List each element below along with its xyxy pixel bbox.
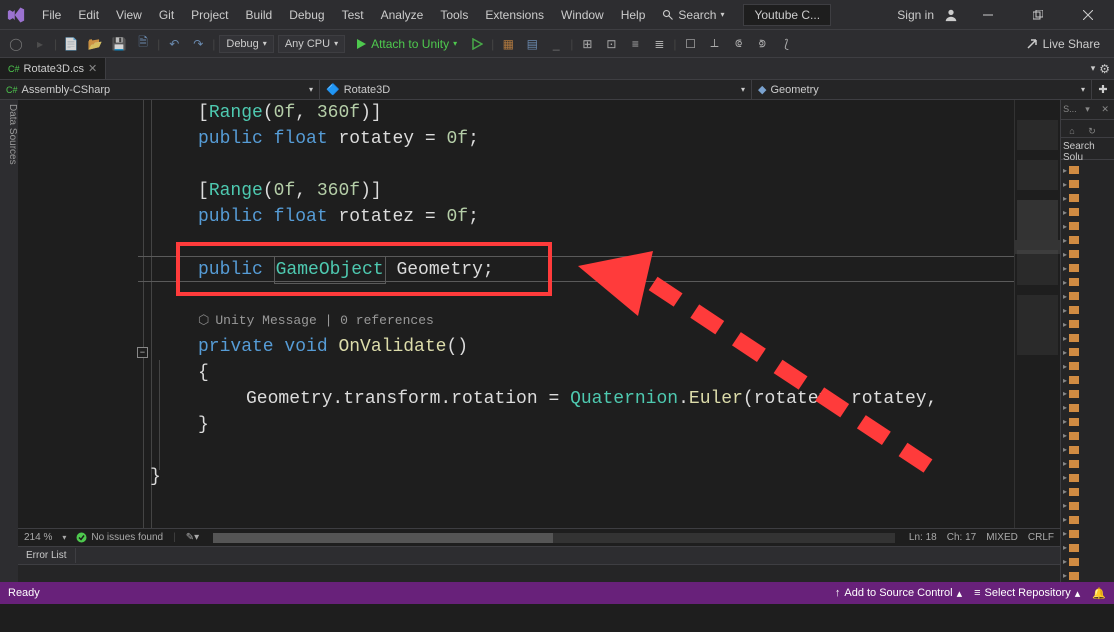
play-nodebug-icon[interactable]: [468, 35, 486, 53]
cursor-line: Ln: 18: [909, 532, 937, 543]
tb-icon-12[interactable]: ⟅: [778, 35, 796, 53]
document-tabs: C# Rotate3D.cs ✕ ▾ ⚙: [0, 58, 1114, 80]
h-scrollbar[interactable]: [213, 533, 895, 543]
csharp-icon: C#: [6, 85, 18, 95]
editor-gutter: −: [18, 100, 148, 528]
tab-settings-icon[interactable]: ⚙: [1099, 62, 1110, 76]
side-tab-data-sources[interactable]: Data Sources: [0, 100, 18, 582]
tb-icon-9[interactable]: ⟂: [706, 35, 724, 53]
menu-analyze[interactable]: Analyze: [373, 4, 432, 26]
tb-icon-3[interactable]: _: [547, 35, 565, 53]
menu-build[interactable]: Build: [238, 4, 281, 26]
cs-file-icon: C#: [8, 64, 20, 74]
tab-label: Rotate3D.cs: [24, 63, 85, 75]
save-all-icon[interactable]: 🗎: [134, 35, 152, 53]
search-label: Search: [678, 8, 716, 22]
code-content[interactable]: [Range(0f, 360f)] public float rotatey =…: [148, 100, 1060, 528]
se-close-icon[interactable]: ▾: [1079, 100, 1097, 118]
issues-indicator[interactable]: No issues found: [76, 532, 163, 543]
undo-icon[interactable]: ↶: [165, 35, 183, 53]
save-icon[interactable]: 💾: [110, 35, 128, 53]
menu-file[interactable]: File: [34, 4, 69, 26]
sign-in-link[interactable]: Sign in: [897, 8, 934, 22]
se-pin-icon[interactable]: ✕: [1096, 100, 1114, 118]
menu-git[interactable]: Git: [151, 4, 182, 26]
tab-overflow-dd[interactable]: ▾: [1091, 63, 1096, 74]
redo-icon[interactable]: ↷: [189, 35, 207, 53]
source-control-button[interactable]: ↑ Add to Source Control ▴: [835, 587, 962, 600]
new-item-icon[interactable]: 📄: [62, 35, 80, 53]
restore-button[interactable]: [1018, 1, 1058, 29]
class-icon: 🔷: [326, 83, 340, 96]
eol-toggle[interactable]: CRLF: [1028, 532, 1054, 543]
menu-test[interactable]: Test: [334, 4, 372, 26]
status-bar: Ready ↑ Add to Source Control ▴ ≡ Select…: [0, 582, 1114, 604]
menu-project[interactable]: Project: [183, 4, 236, 26]
nav-assembly[interactable]: C# Assembly-CSharp ▾: [0, 80, 320, 99]
menu-edit[interactable]: Edit: [70, 4, 107, 26]
error-list-tab[interactable]: Error List: [18, 548, 76, 563]
solution-explorer: S... ▾ ✕ ⌂ ↻ Search Solu ▸ ▸ ▸ ▸ ▸ ▸ ▸ ▸…: [1060, 100, 1114, 582]
cursor-col: Ch: 17: [947, 532, 976, 543]
menu-window[interactable]: Window: [553, 4, 612, 26]
solution-button[interactable]: Youtube C...: [743, 4, 831, 26]
tb-icon-5[interactable]: ⊡: [602, 35, 620, 53]
ok-check-icon: [76, 532, 87, 543]
notifications-icon[interactable]: 🔔: [1092, 587, 1106, 600]
tb-icon-4[interactable]: ⊞: [578, 35, 596, 53]
live-share-button[interactable]: Live Share: [1017, 34, 1108, 54]
tb-icon-7[interactable]: ≣: [650, 35, 668, 53]
repo-button[interactable]: ≡ Select Repository ▴: [974, 587, 1080, 600]
fold-button[interactable]: −: [137, 347, 148, 358]
editor-status-strip: 214 %▾ No issues found | ✎▾ Ln: 18 Ch: 1…: [18, 528, 1060, 546]
menu-tools[interactable]: Tools: [432, 4, 476, 26]
tb-icon-10[interactable]: ⟃: [730, 35, 748, 53]
play-icon: [355, 38, 367, 50]
encoding-toggle[interactable]: MIXED: [986, 532, 1018, 543]
search-icon: [662, 9, 674, 21]
minimize-button[interactable]: [968, 1, 1008, 29]
platform-dropdown[interactable]: Any CPU▾: [278, 35, 345, 53]
nav-split-button[interactable]: ✚: [1092, 80, 1114, 99]
menu-help[interactable]: Help: [613, 4, 654, 26]
tb-icon-11[interactable]: ⟄: [754, 35, 772, 53]
tab-rotate3d[interactable]: C# Rotate3D.cs ✕: [0, 58, 106, 79]
tb-icon-1[interactable]: ▦: [499, 35, 517, 53]
nav-bar: C# Assembly-CSharp ▾ 🔷 Rotate3D ▾ ◆ Geom…: [0, 80, 1114, 100]
vs-logo-icon: [6, 5, 26, 25]
code-editor[interactable]: − [Range(0f, 360f)] public float rotatey…: [18, 100, 1060, 528]
main-menu: File Edit View Git Project Build Debug T…: [34, 4, 897, 26]
menu-debug[interactable]: Debug: [281, 4, 332, 26]
nav-back-icon[interactable]: ◯: [7, 35, 25, 53]
se-tree[interactable]: ▸ ▸ ▸ ▸ ▸ ▸ ▸ ▸ ▸ ▸ ▸ ▸ ▸ ▸ ▸ ▸ ▸ ▸ ▸ ▸ …: [1061, 160, 1114, 582]
unity-icon: ⬡: [198, 308, 209, 334]
tab-close-icon[interactable]: ✕: [88, 62, 97, 75]
menu-extensions[interactable]: Extensions: [477, 4, 552, 26]
tb-icon-6[interactable]: ≡: [626, 35, 644, 53]
status-ready: Ready: [8, 587, 40, 599]
se-search-box[interactable]: Search Solu: [1061, 138, 1114, 160]
main-toolbar: ◯ ▸ | 📄 📂 💾 🗎 | ↶ ↷ | Debug▾ Any CPU▾ At…: [0, 30, 1114, 58]
zoom-level[interactable]: 214 %: [24, 532, 52, 543]
close-button[interactable]: [1068, 1, 1108, 29]
nav-fwd-icon[interactable]: ▸: [31, 35, 49, 53]
nav-member[interactable]: ◆ Geometry ▾: [752, 80, 1092, 99]
tb-icon-8[interactable]: ☐: [682, 35, 700, 53]
error-list-panel[interactable]: [18, 564, 1060, 582]
live-share-icon: [1025, 37, 1039, 51]
quick-search[interactable]: Search ▾: [654, 4, 732, 26]
error-list-tab-strip: Error List: [18, 546, 1060, 564]
tb-icon-2[interactable]: ▤: [523, 35, 541, 53]
minimap[interactable]: [1014, 100, 1060, 528]
start-debug-button[interactable]: Attach to Unity▾: [349, 35, 463, 53]
open-icon[interactable]: 📂: [86, 35, 104, 53]
menu-view[interactable]: View: [108, 4, 150, 26]
nav-class[interactable]: 🔷 Rotate3D ▾: [320, 80, 752, 99]
config-dropdown[interactable]: Debug▾: [219, 35, 273, 53]
pen-icon[interactable]: ✎▾: [186, 532, 199, 543]
field-icon: ◆: [758, 83, 766, 96]
title-bar: File Edit View Git Project Build Debug T…: [0, 0, 1114, 30]
se-tab[interactable]: S...: [1061, 100, 1079, 118]
user-icon[interactable]: [944, 8, 958, 22]
